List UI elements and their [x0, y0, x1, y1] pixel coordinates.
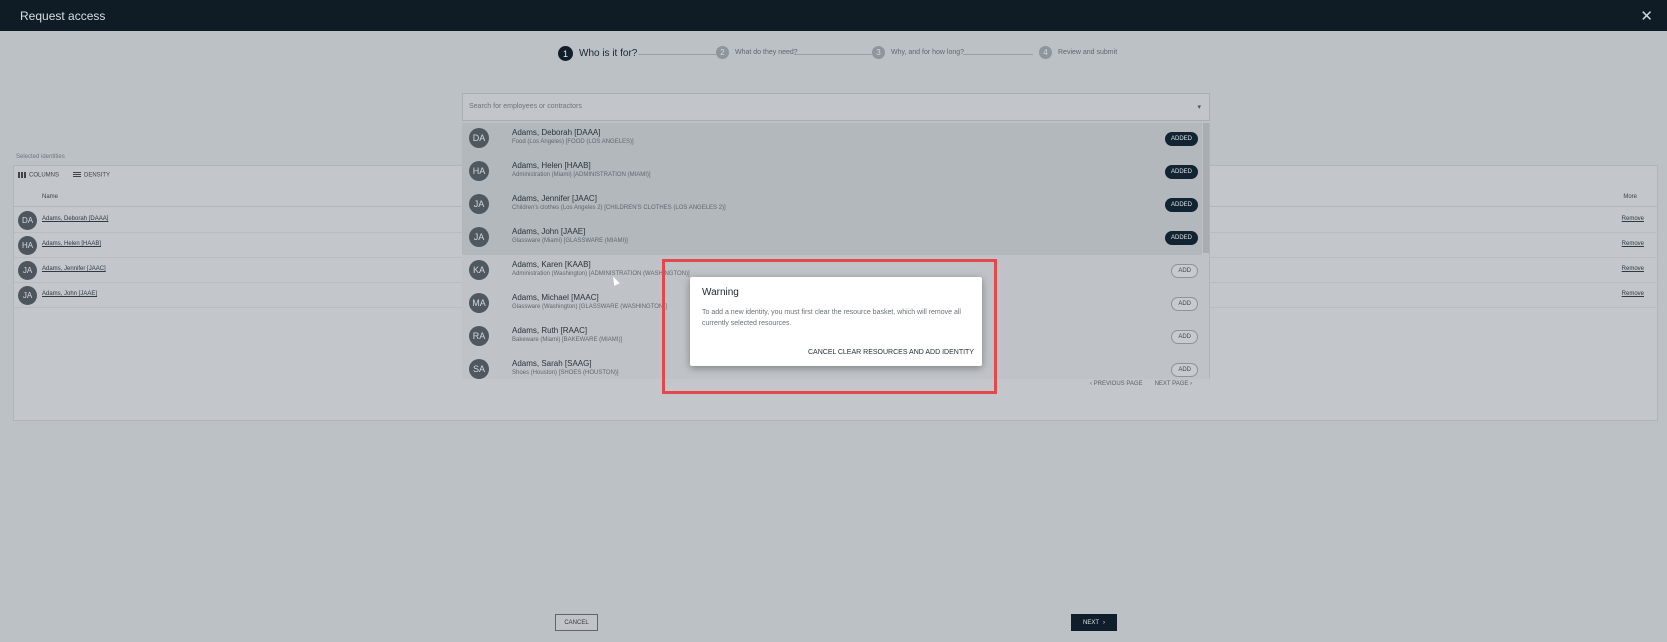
- close-icon[interactable]: ✕: [1640, 7, 1653, 25]
- added-badge[interactable]: ADDED: [1164, 198, 1198, 212]
- step-connector: [794, 54, 874, 55]
- avatar: JA: [18, 286, 37, 305]
- add-button[interactable]: ADD: [1171, 297, 1198, 311]
- step-number: 4: [1039, 46, 1052, 59]
- option-detail: Children's clothes (Los Angeles 2) [CHIL…: [512, 205, 726, 211]
- avatar: HA: [469, 161, 489, 181]
- option-detail: Bakeware (Miami) [BAKEWARE (MIAMI)]: [512, 337, 623, 343]
- density-button[interactable]: DENSITY: [73, 172, 110, 179]
- option-detail: Administration (Miami) [ADMINISTRATION (…: [512, 172, 651, 178]
- step-number: 3: [872, 46, 885, 59]
- avatar: JA: [18, 261, 37, 280]
- add-button[interactable]: ADD: [1171, 330, 1198, 344]
- identity-link[interactable]: Adams, Helen [HAAB]: [42, 241, 101, 247]
- step-label: What do they need?: [735, 49, 798, 56]
- option-detail: Shoes (Houston) [SHOES (HOUSTON)]: [512, 370, 619, 376]
- step-label: Why, and for how long?: [891, 49, 965, 56]
- selected-identities-caption: Selected identities: [16, 154, 65, 160]
- step-connector: [963, 54, 1033, 55]
- avatar: JA: [469, 227, 489, 247]
- identity-link[interactable]: Adams, Deborah [DAAA]: [42, 216, 108, 222]
- chevron-down-icon[interactable]: ▾: [1197, 103, 1201, 111]
- avatar: RA: [469, 326, 489, 346]
- dialog-cancel-button[interactable]: CANCEL: [808, 349, 836, 356]
- dropdown-scrollbar[interactable]: [1203, 123, 1209, 253]
- next-button-label: NEXT: [1082, 619, 1099, 626]
- list-item[interactable]: JA Adams, Jennifer [JAAC] Children's clo…: [462, 189, 1202, 222]
- add-button[interactable]: ADD: [1171, 264, 1198, 278]
- more-column-header: More: [1623, 194, 1637, 200]
- option-detail: Glassware (Miami) [GLASSWARE (MIAMI)]: [512, 238, 628, 244]
- step-connector: [638, 54, 718, 55]
- option-name: Adams, Karen [KAAB]: [512, 260, 591, 269]
- clear-resources-button[interactable]: CLEAR RESOURCES AND ADD IDENTITY: [838, 349, 974, 356]
- identity-link[interactable]: Adams, Jennifer [JAAC]: [42, 266, 106, 272]
- window-titlebar: Request access ✕: [0, 0, 1667, 31]
- avatar: SA: [469, 359, 489, 379]
- pagination: ‹ PREVIOUS PAGE NEXT PAGE ›: [1090, 381, 1192, 387]
- option-detail: Food (Los Angeles) [FOOD (LOS ANGELES)]: [512, 139, 634, 145]
- identity-link[interactable]: Adams, John [JAAE]: [42, 291, 97, 297]
- dialog-message: To add a new identity, you must first cl…: [702, 309, 961, 327]
- stepper: 1 Who is it for? 2 What do they need? 3 …: [558, 46, 1118, 64]
- added-badge[interactable]: ADDED: [1164, 231, 1198, 245]
- remove-link[interactable]: Remove: [1622, 266, 1644, 272]
- option-name: Adams, John [JAAE]: [512, 227, 586, 236]
- option-detail: Glassware (Washington) [GLASSWARE (WASHI…: [512, 304, 667, 310]
- warning-dialog: Warning To add a new identity, you must …: [690, 277, 982, 366]
- previous-page-button[interactable]: ‹ PREVIOUS PAGE: [1090, 381, 1143, 387]
- add-button[interactable]: ADD: [1171, 363, 1198, 377]
- avatar: DA: [469, 128, 489, 148]
- columns-button[interactable]: COLUMNS: [18, 172, 59, 179]
- name-column-header[interactable]: Name: [42, 194, 58, 200]
- identity-search-input[interactable]: Search for employees or contractors ▾: [462, 93, 1210, 121]
- remove-link[interactable]: Remove: [1622, 291, 1644, 297]
- avatar: KA: [469, 260, 489, 280]
- density-icon: [73, 172, 82, 178]
- list-item[interactable]: DA Adams, Deborah [DAAA] Food (Los Angel…: [462, 123, 1202, 156]
- avatar: DA: [18, 211, 37, 230]
- remove-link[interactable]: Remove: [1622, 216, 1644, 222]
- list-item[interactable]: JA Adams, John [JAAE] Glassware (Miami) …: [462, 222, 1202, 255]
- columns-icon: [18, 172, 26, 178]
- step-label: Review and submit: [1058, 49, 1118, 56]
- search-placeholder: Search for employees or contractors: [469, 103, 582, 110]
- option-name: Adams, Helen [HAAB]: [512, 161, 591, 170]
- step-label: Who is it for?: [579, 48, 638, 59]
- step-number: 1: [558, 46, 573, 61]
- window-title: Request access: [20, 8, 106, 23]
- next-button[interactable]: NEXT ›: [1071, 614, 1117, 631]
- list-item[interactable]: HA Adams, Helen [HAAB] Administration (M…: [462, 156, 1202, 189]
- chevron-right-icon: ›: [1103, 619, 1105, 626]
- avatar: JA: [469, 194, 489, 214]
- dialog-title: Warning: [702, 287, 739, 298]
- step-2[interactable]: 2 What do they need?: [716, 46, 798, 59]
- option-name: Adams, Sarah [SAAG]: [512, 359, 592, 368]
- step-4[interactable]: 4 Review and submit: [1039, 46, 1117, 59]
- avatar: HA: [18, 236, 37, 255]
- step-3[interactable]: 3 Why, and for how long?: [872, 46, 964, 59]
- added-badge[interactable]: ADDED: [1164, 132, 1198, 146]
- next-page-button[interactable]: NEXT PAGE ›: [1155, 381, 1192, 387]
- remove-link[interactable]: Remove: [1622, 241, 1644, 247]
- avatar: MA: [469, 293, 489, 313]
- option-name: Adams, Ruth [RAAC]: [512, 326, 588, 335]
- cancel-button[interactable]: CANCEL: [555, 614, 598, 631]
- added-badge[interactable]: ADDED: [1164, 165, 1198, 179]
- table-toolbar: COLUMNS DENSITY: [18, 172, 110, 179]
- step-number: 2: [716, 46, 729, 59]
- option-name: Adams, Deborah [DAAA]: [512, 128, 601, 137]
- step-1[interactable]: 1 Who is it for?: [558, 46, 637, 61]
- option-name: Adams, Michael [MAAC]: [512, 293, 599, 302]
- option-name: Adams, Jennifer [JAAC]: [512, 194, 597, 203]
